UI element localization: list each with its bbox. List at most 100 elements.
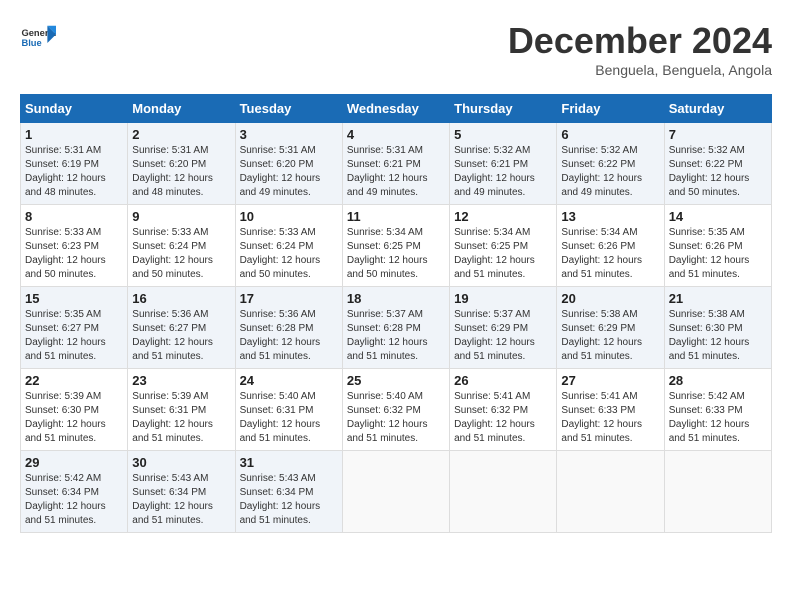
day-info: Sunrise: 5:37 AMSunset: 6:29 PMDaylight:… bbox=[454, 309, 535, 362]
day-info: Sunrise: 5:33 AMSunset: 6:24 PMDaylight:… bbox=[240, 227, 321, 280]
col-header-saturday: Saturday bbox=[664, 95, 771, 123]
day-info: Sunrise: 5:43 AMSunset: 6:34 PMDaylight:… bbox=[240, 473, 321, 526]
day-number: 15 bbox=[25, 291, 123, 306]
page-header: General Blue December 2024 Benguela, Ben… bbox=[20, 20, 772, 78]
day-info: Sunrise: 5:33 AMSunset: 6:23 PMDaylight:… bbox=[25, 227, 106, 280]
day-info: Sunrise: 5:34 AMSunset: 6:25 PMDaylight:… bbox=[454, 227, 535, 280]
day-info: Sunrise: 5:36 AMSunset: 6:27 PMDaylight:… bbox=[132, 309, 213, 362]
week-row-1: 1 Sunrise: 5:31 AMSunset: 6:19 PMDaylight… bbox=[21, 123, 772, 205]
day-number: 8 bbox=[25, 209, 123, 224]
day-cell: 23 Sunrise: 5:39 AMSunset: 6:31 PMDayligh… bbox=[128, 369, 235, 451]
day-cell: 26 Sunrise: 5:41 AMSunset: 6:32 PMDayligh… bbox=[450, 369, 557, 451]
col-header-wednesday: Wednesday bbox=[342, 95, 449, 123]
day-cell: 10 Sunrise: 5:33 AMSunset: 6:24 PMDayligh… bbox=[235, 205, 342, 287]
day-cell: 4Sunrise: 5:31 AMSunset: 6:21 PMDaylight… bbox=[342, 123, 449, 205]
col-header-friday: Friday bbox=[557, 95, 664, 123]
day-cell: 16 Sunrise: 5:36 AMSunset: 6:27 PMDayligh… bbox=[128, 287, 235, 369]
day-number: 3 bbox=[240, 127, 338, 142]
day-number: 27 bbox=[561, 373, 659, 388]
day-number: 31 bbox=[240, 455, 338, 470]
title-area: December 2024 Benguela, Benguela, Angola bbox=[508, 20, 772, 78]
day-number: 23 bbox=[132, 373, 230, 388]
day-cell: 20Sunrise: 5:38 AMSunset: 6:29 PMDayligh… bbox=[557, 287, 664, 369]
day-info: Sunrise: 5:41 AMSunset: 6:32 PMDaylight:… bbox=[454, 391, 535, 444]
day-info: Sunrise: 5:31 AMSunset: 6:20 PMDaylight:… bbox=[132, 145, 213, 198]
day-number: 5 bbox=[454, 127, 552, 142]
day-cell: 11 Sunrise: 5:34 AMSunset: 6:25 PMDayligh… bbox=[342, 205, 449, 287]
col-header-monday: Monday bbox=[128, 95, 235, 123]
day-cell: 13 Sunrise: 5:34 AMSunset: 6:26 PMDayligh… bbox=[557, 205, 664, 287]
day-info: Sunrise: 5:37 AMSunset: 6:28 PMDaylight:… bbox=[347, 309, 428, 362]
week-row-3: 15 Sunrise: 5:35 AMSunset: 6:27 PMDayligh… bbox=[21, 287, 772, 369]
day-number: 12 bbox=[454, 209, 552, 224]
day-info: Sunrise: 5:42 AMSunset: 6:33 PMDaylight:… bbox=[669, 391, 750, 444]
day-cell: 8 Sunrise: 5:33 AMSunset: 6:23 PMDaylight… bbox=[21, 205, 128, 287]
day-number: 6 bbox=[561, 127, 659, 142]
day-number: 18 bbox=[347, 291, 445, 306]
day-cell: 22 Sunrise: 5:39 AMSunset: 6:30 PMDayligh… bbox=[21, 369, 128, 451]
week-row-4: 22 Sunrise: 5:39 AMSunset: 6:30 PMDayligh… bbox=[21, 369, 772, 451]
day-number: 16 bbox=[132, 291, 230, 306]
day-number: 13 bbox=[561, 209, 659, 224]
day-number: 17 bbox=[240, 291, 338, 306]
day-cell bbox=[342, 451, 449, 533]
day-number: 28 bbox=[669, 373, 767, 388]
day-number: 9 bbox=[132, 209, 230, 224]
day-info: Sunrise: 5:39 AMSunset: 6:30 PMDaylight:… bbox=[25, 391, 106, 444]
day-info: Sunrise: 5:42 AMSunset: 6:34 PMDaylight:… bbox=[25, 473, 106, 526]
day-cell: 27 Sunrise: 5:41 AMSunset: 6:33 PMDayligh… bbox=[557, 369, 664, 451]
day-info: Sunrise: 5:36 AMSunset: 6:28 PMDaylight:… bbox=[240, 309, 321, 362]
day-info: Sunrise: 5:39 AMSunset: 6:31 PMDaylight:… bbox=[132, 391, 213, 444]
day-cell: 18 Sunrise: 5:37 AMSunset: 6:28 PMDayligh… bbox=[342, 287, 449, 369]
day-info: Sunrise: 5:32 AMSunset: 6:22 PMDaylight:… bbox=[561, 145, 642, 198]
day-info: Sunrise: 5:35 AMSunset: 6:26 PMDaylight:… bbox=[669, 227, 750, 280]
header-row: SundayMondayTuesdayWednesdayThursdayFrid… bbox=[21, 95, 772, 123]
day-info: Sunrise: 5:35 AMSunset: 6:27 PMDaylight:… bbox=[25, 309, 106, 362]
day-info: Sunrise: 5:43 AMSunset: 6:34 PMDaylight:… bbox=[132, 473, 213, 526]
day-number: 1 bbox=[25, 127, 123, 142]
day-info: Sunrise: 5:40 AMSunset: 6:31 PMDaylight:… bbox=[240, 391, 321, 444]
day-cell: 24 Sunrise: 5:40 AMSunset: 6:31 PMDayligh… bbox=[235, 369, 342, 451]
logo: General Blue bbox=[20, 20, 56, 56]
day-number: 26 bbox=[454, 373, 552, 388]
day-number: 24 bbox=[240, 373, 338, 388]
month-title: December 2024 bbox=[508, 20, 772, 62]
week-row-5: 29 Sunrise: 5:42 AMSunset: 6:34 PMDayligh… bbox=[21, 451, 772, 533]
day-info: Sunrise: 5:32 AMSunset: 6:21 PMDaylight:… bbox=[454, 145, 535, 198]
day-cell: 14Sunrise: 5:35 AMSunset: 6:26 PMDayligh… bbox=[664, 205, 771, 287]
col-header-thursday: Thursday bbox=[450, 95, 557, 123]
day-info: Sunrise: 5:41 AMSunset: 6:33 PMDaylight:… bbox=[561, 391, 642, 444]
day-cell: 5 Sunrise: 5:32 AMSunset: 6:21 PMDaylight… bbox=[450, 123, 557, 205]
day-number: 25 bbox=[347, 373, 445, 388]
day-cell bbox=[450, 451, 557, 533]
day-cell: 29 Sunrise: 5:42 AMSunset: 6:34 PMDayligh… bbox=[21, 451, 128, 533]
day-cell bbox=[664, 451, 771, 533]
day-cell: 9 Sunrise: 5:33 AMSunset: 6:24 PMDaylight… bbox=[128, 205, 235, 287]
day-number: 7 bbox=[669, 127, 767, 142]
day-number: 21 bbox=[669, 291, 767, 306]
logo-icon: General Blue bbox=[20, 20, 56, 56]
day-info: Sunrise: 5:32 AMSunset: 6:22 PMDaylight:… bbox=[669, 145, 750, 198]
col-header-tuesday: Tuesday bbox=[235, 95, 342, 123]
day-info: Sunrise: 5:31 AMSunset: 6:19 PMDaylight:… bbox=[25, 145, 106, 198]
day-number: 11 bbox=[347, 209, 445, 224]
day-cell: 28 Sunrise: 5:42 AMSunset: 6:33 PMDayligh… bbox=[664, 369, 771, 451]
day-cell: 19Sunrise: 5:37 AMSunset: 6:29 PMDayligh… bbox=[450, 287, 557, 369]
day-cell: 30Sunrise: 5:43 AMSunset: 6:34 PMDayligh… bbox=[128, 451, 235, 533]
day-number: 22 bbox=[25, 373, 123, 388]
week-row-2: 8 Sunrise: 5:33 AMSunset: 6:23 PMDaylight… bbox=[21, 205, 772, 287]
day-info: Sunrise: 5:33 AMSunset: 6:24 PMDaylight:… bbox=[132, 227, 213, 280]
day-number: 29 bbox=[25, 455, 123, 470]
day-cell bbox=[557, 451, 664, 533]
day-info: Sunrise: 5:34 AMSunset: 6:26 PMDaylight:… bbox=[561, 227, 642, 280]
day-cell: 1 Sunrise: 5:31 AMSunset: 6:19 PMDaylight… bbox=[21, 123, 128, 205]
day-info: Sunrise: 5:34 AMSunset: 6:25 PMDaylight:… bbox=[347, 227, 428, 280]
day-info: Sunrise: 5:40 AMSunset: 6:32 PMDaylight:… bbox=[347, 391, 428, 444]
day-cell: 15 Sunrise: 5:35 AMSunset: 6:27 PMDayligh… bbox=[21, 287, 128, 369]
day-number: 20 bbox=[561, 291, 659, 306]
day-cell: 12 Sunrise: 5:34 AMSunset: 6:25 PMDayligh… bbox=[450, 205, 557, 287]
day-cell: 25 Sunrise: 5:40 AMSunset: 6:32 PMDayligh… bbox=[342, 369, 449, 451]
day-info: Sunrise: 5:31 AMSunset: 6:20 PMDaylight:… bbox=[240, 145, 321, 198]
day-number: 10 bbox=[240, 209, 338, 224]
day-number: 4 bbox=[347, 127, 445, 142]
